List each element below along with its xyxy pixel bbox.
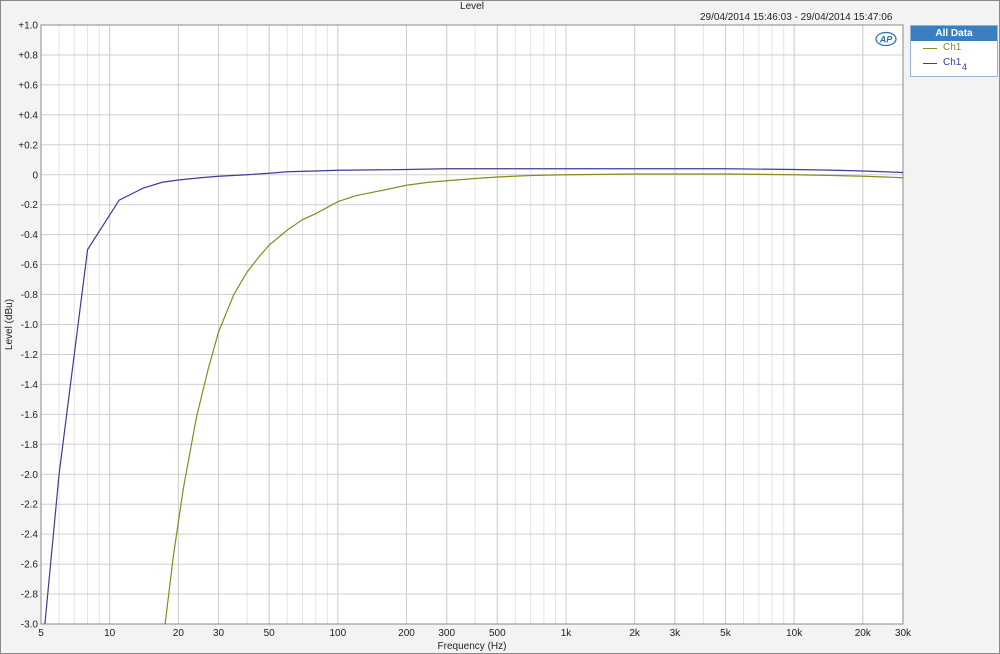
y-tick-label: -0.8 — [21, 290, 39, 301]
plot-area: +1.0 +0.8 +0.6 +0.4 +0.2 0 -0.2 -0.4 -0.6 -0.8 -1.… — [4, 21, 912, 653]
x-tick-label: 1k — [561, 628, 573, 639]
x-tick-label: 2k — [629, 628, 641, 639]
y-tick-label: -2.2 — [21, 500, 39, 511]
legend-label: Ch1 — [943, 57, 962, 68]
ap-logo-icon: AP — [875, 31, 897, 47]
y-tick-label: -1.4 — [21, 380, 39, 391]
y-tick-label: +0.2 — [18, 140, 38, 151]
y-axis-label: Level (dBu) — [4, 299, 15, 350]
y-tick-label: -2.0 — [21, 470, 39, 481]
x-tick-label: 3k — [670, 628, 682, 639]
x-tick-label: 5k — [720, 628, 732, 639]
y-tick-label: 0 — [32, 170, 38, 181]
x-tick-label: 50 — [264, 628, 276, 639]
legend-item-ch1-4[interactable]: Ch1 4 — [911, 56, 997, 72]
y-tick-label: -1.6 — [21, 410, 39, 421]
legend: All Data Ch1 Ch1 4 — [910, 25, 998, 77]
legend-subscript: 4 — [962, 62, 968, 72]
x-tick-label: 20k — [855, 628, 872, 639]
x-tick-label: 10k — [786, 628, 803, 639]
y-tick-label: +0.4 — [18, 110, 38, 121]
y-tick-label: -0.6 — [21, 260, 39, 271]
y-tick-label: +0.6 — [18, 80, 38, 91]
y-tick-label: -1.8 — [21, 440, 39, 451]
x-tick-label: 300 — [438, 628, 455, 639]
legend-swatch — [923, 48, 937, 49]
legend-title[interactable]: All Data — [911, 26, 997, 41]
y-tick-label: +1.0 — [18, 21, 38, 32]
legend-label: Ch1 — [943, 42, 962, 53]
y-tick-label: -2.4 — [21, 530, 39, 541]
y-tick-label: -3.0 — [21, 620, 39, 631]
x-tick-label: 500 — [489, 628, 506, 639]
x-tick-label: 100 — [329, 628, 346, 639]
legend-swatch — [923, 63, 937, 64]
y-tick-label: -0.4 — [21, 230, 39, 241]
y-tick-label: -2.6 — [21, 560, 39, 571]
y-tick-label: -0.2 — [21, 200, 39, 211]
svg-text:AP: AP — [879, 35, 893, 45]
x-tick-label: 30k — [895, 628, 912, 639]
y-tick-label: -1.0 — [21, 320, 39, 331]
x-tick-label: 200 — [398, 628, 415, 639]
y-tick-label: -2.8 — [21, 590, 39, 601]
y-tick-label: +0.8 — [18, 50, 38, 61]
y-tick-label: -1.2 — [21, 350, 39, 361]
x-tick-label: 10 — [104, 628, 116, 639]
x-tick-label: 20 — [173, 628, 185, 639]
x-axis-label: Frequency (Hz) — [438, 641, 507, 652]
legend-item-ch1[interactable]: Ch1 — [911, 41, 997, 56]
x-tick-label: 5 — [38, 628, 44, 639]
x-tick-label: 30 — [213, 628, 225, 639]
